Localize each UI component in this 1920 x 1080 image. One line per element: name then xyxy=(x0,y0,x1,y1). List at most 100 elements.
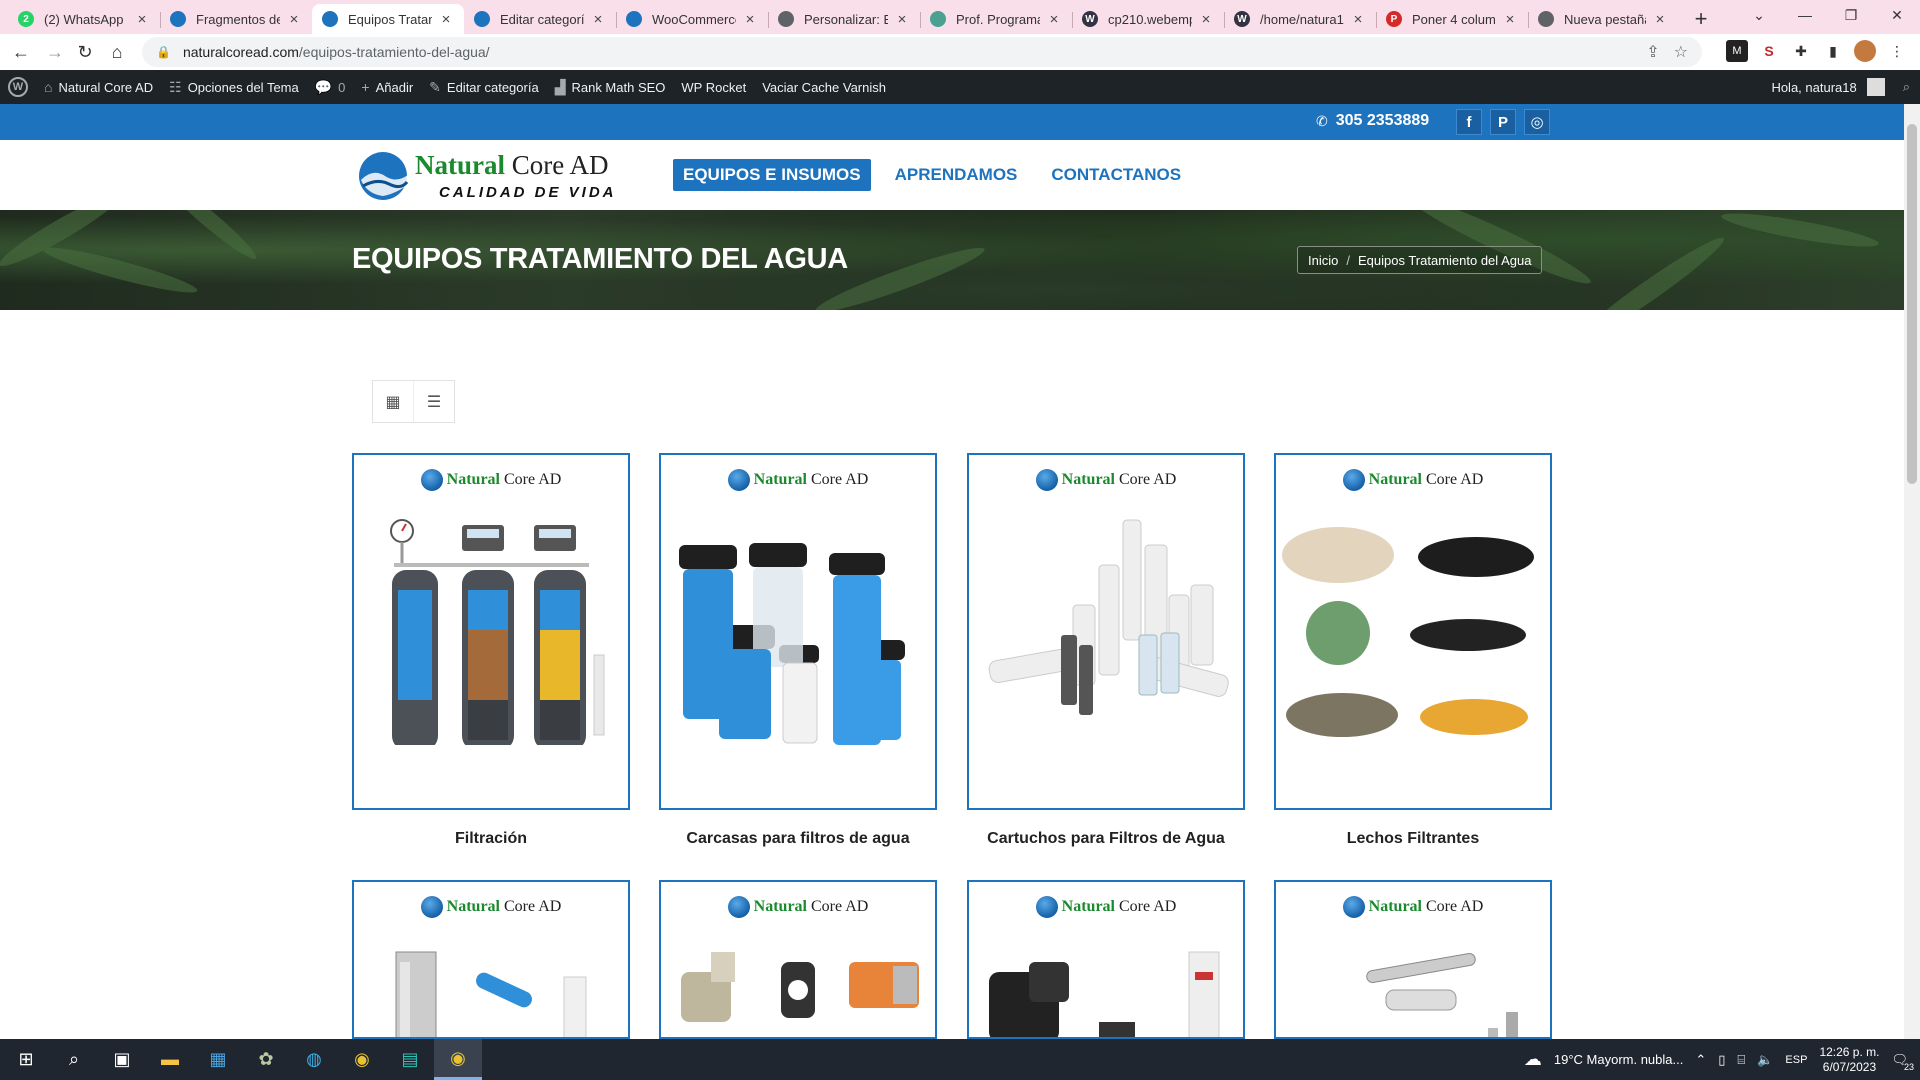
task-view-icon[interactable]: ▣ xyxy=(98,1039,146,1080)
extensions-puzzle-icon[interactable]: ✚ xyxy=(1790,40,1812,62)
browser-tab[interactable]: Nueva pestaña × xyxy=(1528,4,1678,34)
clock[interactable]: 12:26 p. m. 6/07/2023 xyxy=(1819,1045,1879,1075)
page-scrollbar[interactable] xyxy=(1904,104,1920,1039)
wp-add-new[interactable]: + Añadir xyxy=(353,70,421,104)
scrollbar-thumb[interactable] xyxy=(1907,124,1917,484)
category-title[interactable]: Filtración xyxy=(352,830,630,848)
category-title[interactable]: Cartuchos para Filtros de Agua xyxy=(967,830,1245,848)
back-icon[interactable]: ← xyxy=(4,35,38,69)
wordpress-logo-icon[interactable]: W xyxy=(8,77,28,97)
wp-rank-math[interactable]: ▟ Rank Math SEO xyxy=(547,70,674,104)
category-card[interactable]: Natural Core AD xyxy=(1274,880,1552,1039)
tab-close-icon[interactable]: × xyxy=(286,11,302,28)
browser-tab[interactable]: WooCommerce × xyxy=(616,4,768,34)
tab-close-icon[interactable]: × xyxy=(1502,11,1518,28)
tab-close-icon[interactable]: × xyxy=(742,11,758,28)
browser-tab[interactable]: Personalizar: Eq × xyxy=(768,4,920,34)
tab-favicon-icon xyxy=(322,11,338,27)
notification-count: 23 xyxy=(1903,1061,1914,1072)
category-card[interactable]: Natural Core AD xyxy=(967,880,1245,1039)
side-panel-icon[interactable]: ▮ xyxy=(1822,40,1844,62)
facebook-icon[interactable]: f xyxy=(1456,109,1482,135)
windows-start-icon[interactable]: ⊞ xyxy=(2,1039,50,1080)
calculator-icon[interactable]: ▦ xyxy=(194,1039,242,1080)
tab-close-icon[interactable]: × xyxy=(1198,11,1214,28)
code-editor-icon[interactable]: ▤ xyxy=(386,1039,434,1080)
grid-view-icon[interactable]: ▦ xyxy=(373,381,413,422)
chrome-active-icon[interactable]: ◉ xyxy=(434,1039,482,1080)
card-brand-watermark: Natural Core AD xyxy=(661,896,935,918)
wp-site-link[interactable]: ⌂ Natural Core AD xyxy=(36,70,161,104)
category-title[interactable]: Carcasas para filtros de agua xyxy=(659,830,937,848)
weather-text[interactable]: 19°C Mayorm. nubla... xyxy=(1554,1052,1683,1067)
tab-close-icon[interactable]: × xyxy=(1046,11,1062,28)
tab-close-icon[interactable]: × xyxy=(894,11,910,28)
breadcrumb-home[interactable]: Inicio xyxy=(1308,253,1338,268)
home-icon[interactable]: ⌂ xyxy=(100,35,134,69)
new-tab-button[interactable]: + xyxy=(1684,4,1718,34)
tab-close-icon[interactable]: × xyxy=(134,11,150,28)
volume-icon[interactable]: 🔈 xyxy=(1757,1052,1773,1068)
browser-tab[interactable]: Wcp210.webempr × xyxy=(1072,4,1224,34)
restore-icon[interactable]: ❐ xyxy=(1836,0,1866,30)
language-indicator[interactable]: ESP xyxy=(1785,1054,1807,1066)
pinterest-icon[interactable]: P xyxy=(1490,109,1516,135)
wp-rocket[interactable]: WP Rocket xyxy=(673,70,754,104)
browser-tab[interactable]: Equipos Tratam × xyxy=(312,4,464,34)
search-icon[interactable]: ⌕ xyxy=(50,1039,98,1080)
extension-s-icon[interactable]: S xyxy=(1758,40,1780,62)
menu-equipos-insumos[interactable]: EQUIPOS E INSUMOS xyxy=(673,159,871,191)
phone-contact[interactable]: ✆ 305 2353889 xyxy=(1316,112,1429,130)
profile-avatar[interactable] xyxy=(1854,40,1876,62)
menu-contactanos[interactable]: CONTACTANOS xyxy=(1041,159,1191,191)
browser-tab[interactable]: Fragmentos de × xyxy=(160,4,312,34)
app-icon[interactable]: ✿ xyxy=(242,1039,290,1080)
chrome-icon[interactable]: ◉ xyxy=(338,1039,386,1080)
brand-word-coread: Core AD xyxy=(504,471,562,488)
forward-icon[interactable]: → xyxy=(38,35,72,69)
file-explorer-icon[interactable]: ▬ xyxy=(146,1039,194,1080)
wp-theme-options[interactable]: ☷ Opciones del Tema xyxy=(161,70,307,104)
notifications-icon[interactable]: 🗨 23 xyxy=(1891,1052,1914,1072)
address-bar[interactable]: 🔒 naturalcoread.com/equipos-tratamiento-… xyxy=(142,37,1702,67)
extension-m-icon[interactable]: M xyxy=(1726,40,1748,62)
list-view-icon[interactable]: ☰ xyxy=(413,381,454,422)
tray-device-icon[interactable]: ▯ xyxy=(1718,1052,1725,1068)
category-card[interactable]: Natural Core AD xyxy=(352,453,630,810)
category-card[interactable]: Natural Core AD xyxy=(967,453,1245,810)
tab-search-chevron-icon[interactable]: ⌄ xyxy=(1744,0,1774,30)
browser-tab[interactable]: Editar categoría × xyxy=(464,4,616,34)
wp-edit-category[interactable]: ✎ Editar categoría xyxy=(421,70,547,104)
edge-icon[interactable]: ◍ xyxy=(290,1039,338,1080)
category-title[interactable]: Lechos Filtrantes xyxy=(1274,830,1552,848)
close-window-icon[interactable]: ✕ xyxy=(1882,0,1912,30)
network-icon[interactable]: ⌸ xyxy=(1737,1052,1745,1068)
menu-aprendamos[interactable]: APRENDAMOS xyxy=(885,159,1028,191)
wp-search-icon[interactable]: ⌕ xyxy=(1903,79,1910,95)
reload-icon[interactable]: ↻ xyxy=(68,35,102,69)
wp-comments[interactable]: 💬 0 xyxy=(307,70,354,104)
browser-tab[interactable]: W/home/natura1 × xyxy=(1224,4,1376,34)
category-card[interactable]: Natural Core AD xyxy=(1274,453,1552,810)
category-card[interactable]: Natural Core AD xyxy=(659,880,937,1039)
tab-close-icon[interactable]: × xyxy=(438,11,454,28)
browser-tab[interactable]: P Poner 4 column × xyxy=(1376,4,1528,34)
tab-close-icon[interactable]: × xyxy=(590,11,606,28)
bookmark-star-icon[interactable]: ☆ xyxy=(1674,42,1688,62)
tab-close-icon[interactable]: × xyxy=(1350,11,1366,28)
category-card[interactable]: Natural Core AD xyxy=(659,453,937,810)
windows-taskbar: ⊞ ⌕ ▣ ▬ ▦ ✿ ◍ ◉ ▤ ◉ ☁ 19°C Mayorm. nubla… xyxy=(0,1039,1920,1080)
browser-tab[interactable]: Prof. Programac × xyxy=(920,4,1072,34)
chrome-menu-icon[interactable]: ⋮ xyxy=(1886,40,1908,62)
site-logo[interactable]: Natural Core AD CALIDAD DE VIDA xyxy=(355,146,635,204)
browser-tab[interactable]: 2 (2) WhatsApp × xyxy=(8,4,160,34)
category-card[interactable]: Natural Core AD xyxy=(352,880,630,1039)
tray-chevron-icon[interactable]: ⌃ xyxy=(1695,1052,1706,1068)
wp-user-greeting[interactable]: Hola, natura18 xyxy=(1771,80,1856,95)
wp-varnish[interactable]: Vaciar Cache Varnish xyxy=(754,70,894,104)
tab-close-icon[interactable]: × xyxy=(1652,11,1668,28)
minimize-icon[interactable]: — xyxy=(1790,0,1820,30)
wp-user-avatar[interactable] xyxy=(1866,78,1885,96)
share-icon[interactable]: ⇪ xyxy=(1646,42,1659,62)
instagram-icon[interactable]: ◎ xyxy=(1524,109,1550,135)
